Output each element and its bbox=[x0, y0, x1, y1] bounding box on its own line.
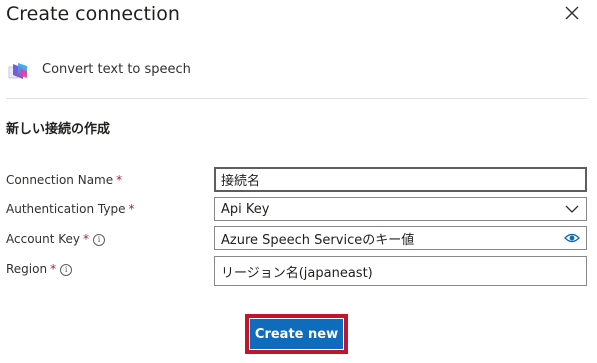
required-marker: * bbox=[128, 202, 135, 216]
account-key-value: Azure Speech Serviceのキー値 bbox=[221, 232, 415, 248]
connection-name-input[interactable]: 接続名 bbox=[214, 167, 587, 192]
region-value: リージョン名(japaneast) bbox=[221, 265, 373, 281]
info-icon[interactable]: i bbox=[93, 234, 106, 246]
account-key-label-text: Account Key bbox=[6, 232, 81, 246]
connector-name: Convert text to speech bbox=[42, 62, 191, 77]
chevron-down-icon bbox=[565, 205, 579, 213]
auth-type-label: Authentication Type * bbox=[6, 202, 134, 216]
speech-service-icon bbox=[8, 63, 27, 79]
dialog-title: Create connection bbox=[6, 3, 180, 25]
auth-type-value: Api Key bbox=[221, 201, 270, 217]
required-marker: * bbox=[83, 232, 90, 246]
required-marker: * bbox=[116, 173, 123, 187]
auth-type-select[interactable]: Api Key bbox=[214, 197, 587, 221]
auth-type-label-text: Authentication Type bbox=[6, 202, 126, 216]
account-key-input[interactable]: Azure Speech Serviceのキー値 bbox=[214, 226, 587, 250]
eye-icon[interactable] bbox=[564, 230, 580, 246]
connection-name-label-text: Connection Name bbox=[6, 173, 114, 187]
connection-name-label: Connection Name * bbox=[6, 173, 122, 187]
required-marker: * bbox=[50, 262, 57, 276]
region-label: Region * i bbox=[6, 262, 73, 276]
connection-name-value: 接続名 bbox=[221, 174, 261, 189]
divider bbox=[6, 98, 587, 99]
create-new-button[interactable]: Create new bbox=[250, 319, 343, 349]
close-icon[interactable] bbox=[563, 4, 581, 22]
region-input[interactable]: リージョン名(japaneast) bbox=[214, 256, 587, 286]
section-title: 新しい接続の作成 bbox=[6, 122, 111, 137]
account-key-label: Account Key * i bbox=[6, 232, 106, 246]
region-label-text: Region bbox=[6, 262, 48, 276]
info-icon[interactable]: i bbox=[60, 264, 73, 276]
